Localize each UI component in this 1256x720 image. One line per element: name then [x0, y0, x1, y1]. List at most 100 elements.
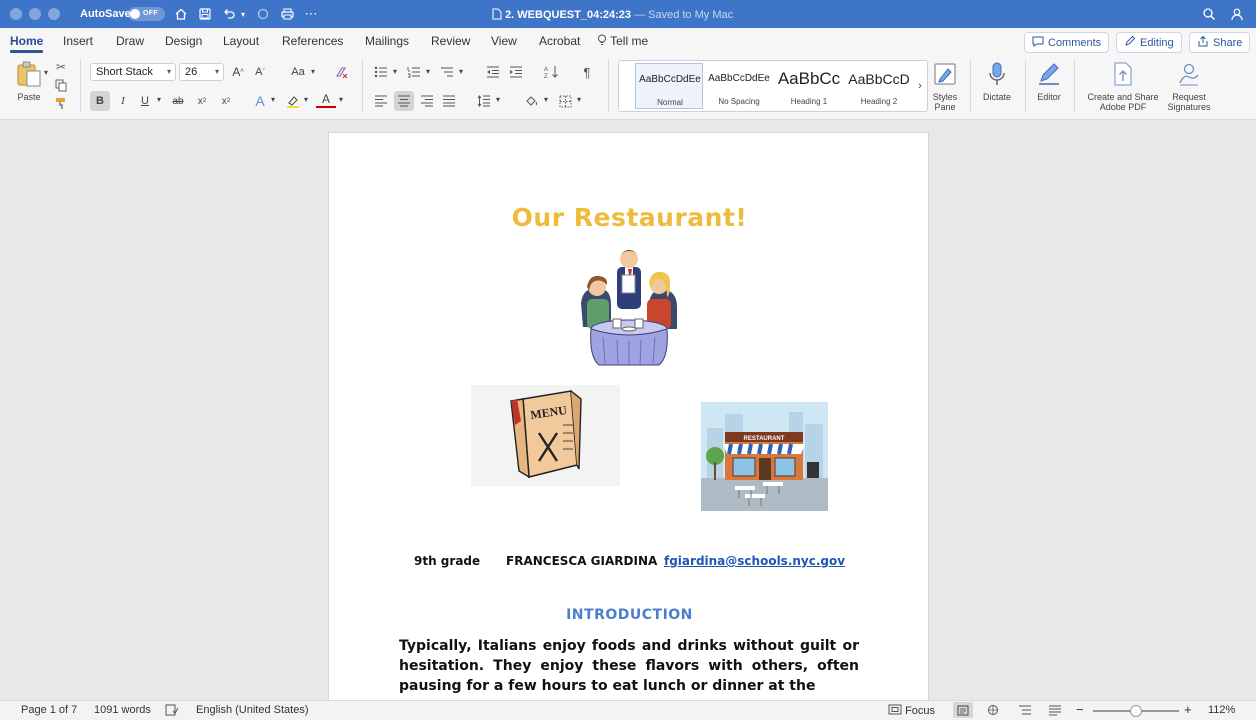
- outline-view-icon[interactable]: [1018, 704, 1032, 719]
- font-color-dropdown-icon[interactable]: ▾: [337, 95, 345, 104]
- tab-layout[interactable]: Layout: [223, 34, 259, 48]
- copy-icon[interactable]: [54, 78, 68, 92]
- align-right-icon[interactable]: [418, 91, 436, 111]
- clear-formatting-icon[interactable]: [332, 63, 350, 81]
- document-canvas[interactable]: Our Restaurant! MENU RESTAURANT 9th grad…: [0, 120, 1256, 700]
- account-icon[interactable]: [1228, 5, 1246, 23]
- change-case-icon[interactable]: Aa: [287, 63, 309, 81]
- multilevel-list-icon[interactable]: [438, 63, 456, 81]
- italic-button[interactable]: I: [114, 91, 132, 111]
- zoom-slider-thumb[interactable]: [1130, 705, 1142, 717]
- request-signatures-button[interactable]: [1174, 60, 1204, 90]
- text-effects-icon[interactable]: A: [250, 91, 270, 111]
- zoom-level[interactable]: 112%: [1208, 704, 1235, 716]
- cut-icon[interactable]: ✂: [54, 60, 68, 74]
- page-count[interactable]: Page 1 of 7: [21, 704, 77, 716]
- change-case-dropdown-icon[interactable]: ▾: [309, 67, 317, 76]
- share-button[interactable]: Share: [1189, 32, 1251, 53]
- document-page[interactable]: Our Restaurant! MENU RESTAURANT 9th grad…: [328, 132, 929, 700]
- font-name-select[interactable]: Short Stack ▾: [90, 63, 176, 81]
- search-icon[interactable]: [1200, 5, 1218, 23]
- tab-review[interactable]: Review: [431, 34, 470, 48]
- zoom-out-icon[interactable]: −: [1076, 702, 1084, 717]
- strikethrough-button[interactable]: ab: [168, 91, 188, 111]
- tab-design[interactable]: Design: [165, 34, 202, 48]
- tab-acrobat[interactable]: Acrobat: [539, 34, 580, 48]
- undo-dropdown-icon[interactable]: ▾: [238, 5, 248, 23]
- print-icon[interactable]: [278, 5, 296, 23]
- shading-icon[interactable]: [523, 91, 541, 111]
- style-heading-1[interactable]: AaBbCc Heading 1: [775, 63, 843, 109]
- undo-icon[interactable]: [220, 5, 238, 23]
- dictate-button[interactable]: [982, 60, 1012, 90]
- restaurant-clipart-image[interactable]: RESTAURANT: [701, 402, 828, 511]
- tab-view[interactable]: View: [491, 34, 517, 48]
- proofing-icon[interactable]: [165, 704, 179, 719]
- grow-font-icon[interactable]: A ^: [230, 63, 246, 81]
- word-count[interactable]: 1091 words: [94, 704, 151, 716]
- more-icon[interactable]: ⋯: [302, 5, 320, 23]
- underline-button[interactable]: U: [136, 91, 154, 111]
- decrease-indent-icon[interactable]: [484, 63, 502, 81]
- save-icon[interactable]: [196, 5, 214, 23]
- style-no-spacing[interactable]: AaBbCcDdEe No Spacing: [705, 63, 773, 109]
- focus-button[interactable]: Focus: [888, 704, 935, 717]
- align-left-icon[interactable]: [372, 91, 390, 111]
- tab-draw[interactable]: Draw: [116, 34, 144, 48]
- highlight-icon[interactable]: [284, 91, 302, 111]
- format-painter-icon[interactable]: [54, 96, 68, 110]
- paste-dropdown-icon[interactable]: ▾: [42, 68, 50, 77]
- styles-pane-button[interactable]: [930, 60, 960, 90]
- bullets-icon[interactable]: [372, 63, 390, 81]
- underline-dropdown-icon[interactable]: ▾: [155, 95, 163, 104]
- author-email-link[interactable]: fgiardina@schools.nyc.gov: [664, 554, 845, 568]
- web-layout-view-icon[interactable]: [986, 704, 1000, 719]
- styles-more-icon[interactable]: ›: [915, 77, 925, 95]
- superscript-button[interactable]: x2: [216, 91, 236, 111]
- tab-mailings[interactable]: Mailings: [365, 34, 409, 48]
- shrink-font-icon[interactable]: Aˇ: [252, 63, 268, 81]
- print-layout-view-icon[interactable]: [953, 702, 973, 718]
- redo-icon[interactable]: [254, 5, 272, 23]
- comments-button[interactable]: Comments: [1024, 32, 1110, 53]
- tab-insert[interactable]: Insert: [63, 34, 93, 48]
- font-size-select[interactable]: 26 ▾: [179, 63, 224, 81]
- zoom-in-icon[interactable]: +: [1184, 702, 1192, 717]
- menu-clipart-image[interactable]: MENU: [471, 385, 620, 486]
- text-effects-dropdown-icon[interactable]: ▾: [269, 95, 277, 104]
- borders-dropdown-icon[interactable]: ▾: [575, 95, 583, 104]
- justify-icon[interactable]: [440, 91, 458, 111]
- language-indicator[interactable]: English (United States): [196, 704, 309, 716]
- borders-icon[interactable]: [556, 91, 574, 111]
- numbering-icon[interactable]: [405, 63, 423, 81]
- align-center-icon[interactable]: [394, 91, 414, 111]
- multilevel-dropdown-icon[interactable]: ▾: [457, 67, 465, 76]
- editing-button[interactable]: Editing: [1116, 32, 1182, 53]
- create-share-pdf-button[interactable]: [1108, 60, 1138, 90]
- tell-me[interactable]: Tell me: [597, 34, 648, 48]
- diners-clipart-image[interactable]: [577, 245, 683, 371]
- tab-references[interactable]: References: [282, 34, 343, 48]
- line-spacing-icon[interactable]: [475, 91, 493, 111]
- font-color-icon[interactable]: A: [316, 91, 336, 108]
- highlight-dropdown-icon[interactable]: ▾: [302, 95, 310, 104]
- style-normal[interactable]: AaBbCcDdEe Normal: [635, 63, 703, 109]
- editor-button[interactable]: [1034, 60, 1064, 90]
- increase-indent-icon[interactable]: [507, 63, 525, 81]
- subscript-button[interactable]: x2: [192, 91, 212, 111]
- tab-home[interactable]: Home: [10, 34, 43, 48]
- show-formatting-icon[interactable]: ¶: [578, 63, 596, 81]
- shading-dropdown-icon[interactable]: ▾: [542, 95, 550, 104]
- paste-button[interactable]: [12, 60, 46, 90]
- numbering-dropdown-icon[interactable]: ▾: [424, 67, 432, 76]
- home-icon[interactable]: [172, 5, 190, 23]
- autosave-toggle[interactable]: OFF: [128, 7, 165, 21]
- minimize-window-button[interactable]: [29, 8, 41, 20]
- sort-icon[interactable]: AZ: [542, 63, 562, 81]
- draft-view-icon[interactable]: [1048, 704, 1062, 719]
- bullets-dropdown-icon[interactable]: ▾: [391, 67, 399, 76]
- bold-button[interactable]: B: [90, 91, 110, 111]
- line-spacing-dropdown-icon[interactable]: ▾: [494, 95, 502, 104]
- close-window-button[interactable]: [10, 8, 22, 20]
- style-heading-2[interactable]: AaBbCcD Heading 2: [845, 63, 913, 109]
